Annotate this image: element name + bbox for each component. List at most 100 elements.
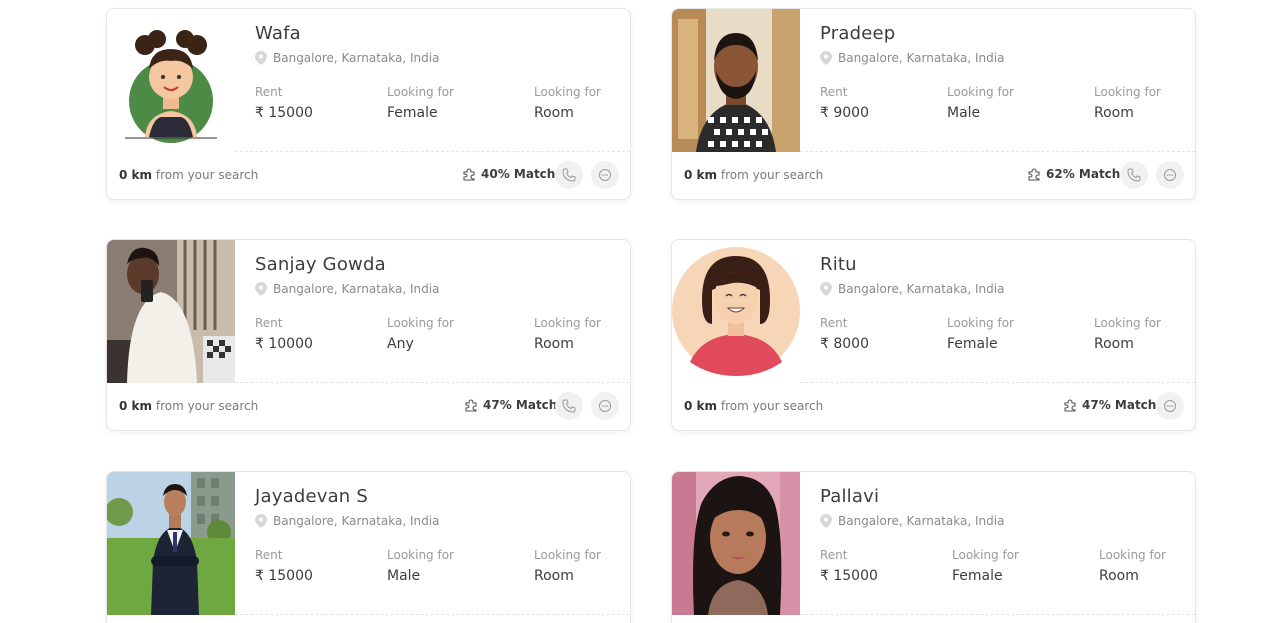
looking-for-label: Looking for (534, 85, 601, 99)
looking-for-type: Room (534, 336, 574, 352)
match-score: 40% Match (461, 166, 555, 182)
listing-name: Ritu (820, 254, 857, 275)
location-pin-icon (820, 282, 832, 296)
listing-name: Pallavi (820, 486, 880, 507)
puzzle-icon (1028, 168, 1040, 181)
location-text: Bangalore, Karnataka, India (838, 282, 1005, 296)
call-button[interactable] (555, 161, 583, 189)
distance-value: 0 km (119, 168, 153, 182)
rent-value: ₹ 15000 (820, 568, 878, 584)
listing-location: Bangalore, Karnataka, India (255, 282, 439, 296)
listing-location: Bangalore, Karnataka, India (255, 51, 439, 65)
divider (800, 614, 1195, 615)
chat-icon (1164, 169, 1176, 181)
call-button[interactable] (555, 392, 583, 420)
rent-label: Rent (255, 548, 283, 562)
puzzle-icon (463, 168, 475, 181)
listing-location: Bangalore, Karnataka, India (255, 514, 439, 528)
avatar (107, 472, 235, 615)
distance-suffix: from your search (720, 399, 824, 413)
divider (800, 382, 1195, 383)
puzzle-icon (1064, 399, 1076, 412)
avatar (107, 9, 235, 152)
avatar (107, 240, 235, 383)
listing-card[interactable]: Pradeep Bangalore, Karnataka, India Rent… (671, 8, 1196, 200)
distance-text: 0 km from your search (684, 168, 823, 182)
listing-card[interactable]: Ritu Bangalore, Karnataka, India Rent ₹ … (671, 239, 1196, 431)
distance-value: 0 km (684, 399, 718, 413)
call-button[interactable] (1120, 161, 1148, 189)
phone-icon (1127, 168, 1141, 182)
looking-for-type: Room (534, 105, 574, 121)
location-text: Bangalore, Karnataka, India (273, 514, 440, 528)
looking-for-label: Looking for (947, 85, 1014, 99)
rent-label: Rent (255, 85, 283, 99)
looking-for-gender: Female (387, 105, 438, 121)
rent-value: ₹ 10000 (255, 336, 313, 352)
rent-label: Rent (820, 85, 848, 99)
location-text: Bangalore, Karnataka, India (273, 51, 440, 65)
looking-for-label: Looking for (534, 548, 601, 562)
listing-card[interactable]: Pallavi Bangalore, Karnataka, India Rent… (671, 471, 1196, 623)
listing-card[interactable]: Jayadevan S Bangalore, Karnataka, India … (106, 471, 631, 623)
divider (235, 614, 630, 615)
distance-value: 0 km (684, 168, 718, 182)
match-text: 40% Match (481, 167, 556, 181)
location-pin-icon (820, 51, 832, 65)
rent-value: ₹ 15000 (255, 105, 313, 121)
avatar (672, 9, 800, 152)
looking-for-type: Room (1094, 336, 1134, 352)
listing-location: Bangalore, Karnataka, India (820, 51, 1004, 65)
puzzle-icon (465, 399, 477, 412)
location-text: Bangalore, Karnataka, India (838, 514, 1005, 528)
distance-text: 0 km from your search (119, 168, 258, 182)
looking-for-type: Room (1094, 105, 1134, 121)
listing-card[interactable]: Sanjay Gowda Bangalore, Karnataka, India… (106, 239, 631, 431)
chat-icon (599, 169, 611, 181)
listing-card[interactable]: Wafa Bangalore, Karnataka, India Rent ₹ … (106, 8, 631, 200)
match-score: 47% Match (463, 397, 557, 413)
match-score: 47% Match (1062, 397, 1156, 413)
distance-value: 0 km (119, 399, 153, 413)
looking-for-label: Looking for (1094, 316, 1161, 330)
match-score: 62% Match (1026, 166, 1120, 182)
distance-suffix: from your search (155, 168, 259, 182)
distance-suffix: from your search (720, 168, 824, 182)
rent-label: Rent (820, 316, 848, 330)
looking-for-gender: Female (952, 568, 1003, 584)
chat-button[interactable] (591, 161, 619, 189)
location-text: Bangalore, Karnataka, India (838, 51, 1005, 65)
phone-icon (562, 168, 576, 182)
chat-button[interactable] (1156, 161, 1184, 189)
rent-value: ₹ 9000 (820, 105, 869, 121)
looking-for-type: Room (534, 568, 574, 584)
listing-name: Jayadevan S (255, 486, 368, 507)
chat-icon (599, 400, 611, 412)
chat-button[interactable] (591, 392, 619, 420)
looking-for-type: Room (1099, 568, 1139, 584)
match-text: 62% Match (1046, 167, 1121, 181)
location-pin-icon (255, 282, 267, 296)
looking-for-gender: Female (947, 336, 998, 352)
looking-for-gender: Any (387, 336, 414, 352)
match-text: 47% Match (1082, 398, 1157, 412)
looking-for-label: Looking for (387, 85, 454, 99)
location-pin-icon (255, 514, 267, 528)
listing-name: Pradeep (820, 23, 896, 44)
rent-label: Rent (255, 316, 283, 330)
distance-suffix: from your search (155, 399, 259, 413)
distance-text: 0 km from your search (119, 399, 258, 413)
location-text: Bangalore, Karnataka, India (273, 282, 440, 296)
divider (800, 151, 1195, 152)
chat-button[interactable] (1156, 392, 1184, 420)
chat-icon (1164, 400, 1176, 412)
rent-value: ₹ 15000 (255, 568, 313, 584)
listing-name: Sanjay Gowda (255, 254, 386, 275)
looking-for-label: Looking for (534, 316, 601, 330)
listing-location: Bangalore, Karnataka, India (820, 282, 1004, 296)
distance-text: 0 km from your search (684, 399, 823, 413)
looking-for-label: Looking for (387, 316, 454, 330)
avatar (672, 472, 800, 615)
location-pin-icon (820, 514, 832, 528)
rent-label: Rent (820, 548, 848, 562)
